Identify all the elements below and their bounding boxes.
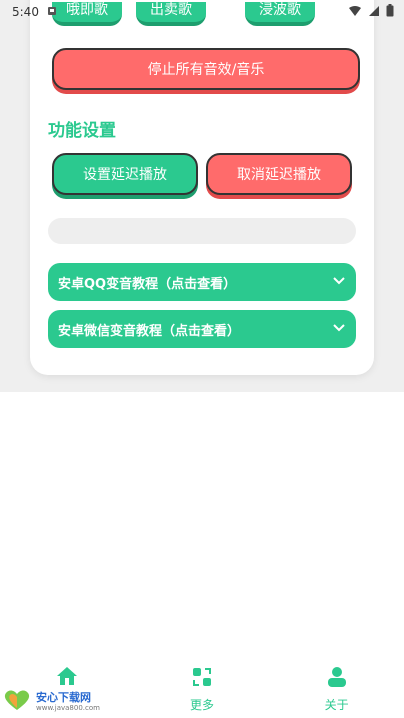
settings-card: 哦即歌 出卖歌 浸波歌 停止所有音效/音乐 功能设置 设置延迟播放 取消延迟播放…: [30, 0, 374, 375]
chevron-down-icon: [332, 275, 346, 290]
qq-tutorial-accordion[interactable]: 安卓QQ变音教程（点击查看）: [48, 263, 356, 301]
empty-input-bar[interactable]: [48, 218, 356, 244]
section-title: 功能设置: [48, 121, 116, 141]
status-bar: 5:40: [0, 0, 404, 24]
nav-about[interactable]: 关于: [269, 660, 404, 718]
chevron-down-icon: [332, 322, 346, 337]
swap-icon: [191, 666, 213, 692]
accordion-label: 安卓QQ变音教程（点击查看）: [58, 276, 237, 292]
site-watermark: 安心下载网 www.java800.com: [2, 688, 112, 716]
watermark-url: www.java800.com: [36, 704, 100, 712]
signal-icon: [368, 5, 380, 20]
user-icon: [326, 666, 348, 692]
set-delay-button[interactable]: 设置延迟播放: [52, 153, 198, 195]
cancel-delay-button[interactable]: 取消延迟播放: [206, 153, 352, 195]
wechat-tutorial-accordion[interactable]: 安卓微信变音教程（点击查看）: [48, 310, 356, 348]
home-icon: [56, 666, 78, 690]
battery-icon: [386, 4, 394, 20]
wifi-icon: [348, 5, 362, 20]
nav-more-label: 更多: [190, 698, 215, 712]
watermark-title: 安心下载网: [36, 691, 91, 704]
nav-about-label: 关于: [324, 698, 349, 712]
accordion-label: 安卓微信变音教程（点击查看）: [58, 323, 241, 339]
nav-more[interactable]: 更多: [135, 660, 270, 718]
notification-icon: [47, 5, 57, 19]
heart-logo-icon: [2, 688, 32, 716]
stop-all-button[interactable]: 停止所有音效/音乐: [52, 48, 360, 90]
status-time: 5:40: [12, 5, 39, 19]
